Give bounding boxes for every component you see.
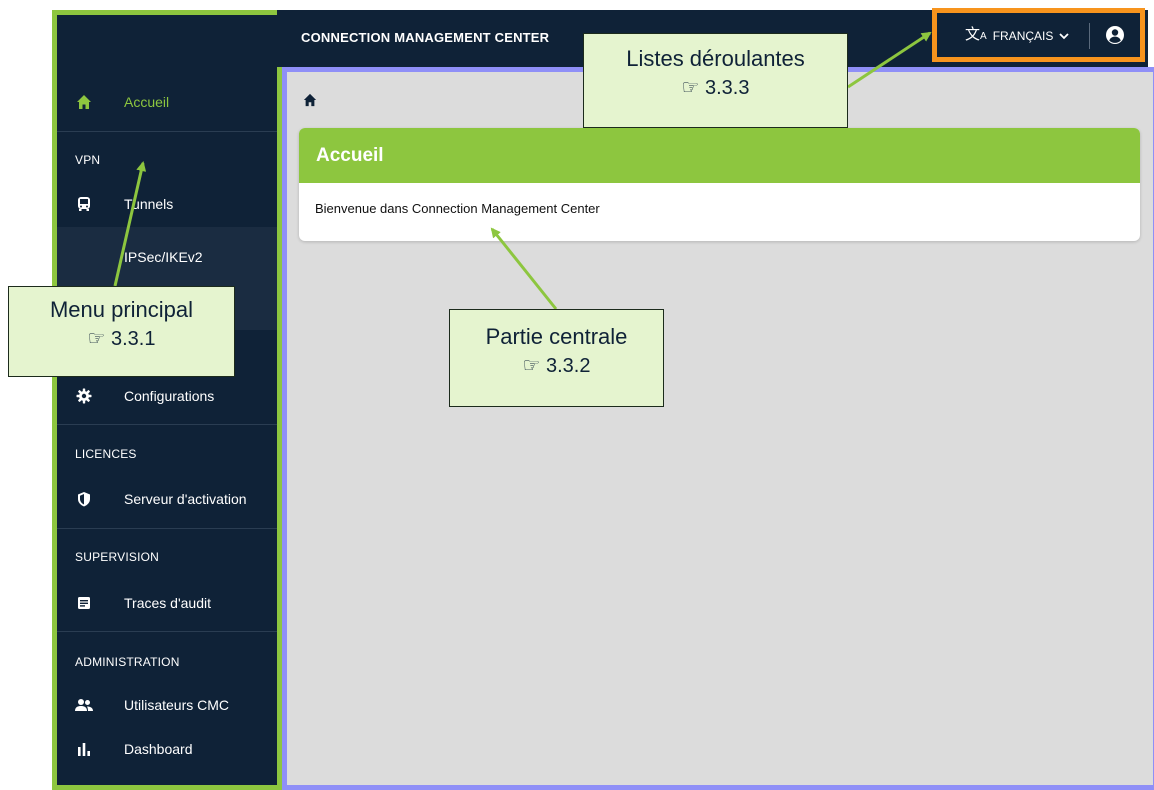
welcome-text: Bienvenue dans Connection Management Cen… bbox=[315, 201, 600, 216]
bus-icon bbox=[75, 195, 93, 213]
callout-ref: ☞ 3.3.1 bbox=[87, 328, 156, 350]
sidebar-subitem-ipsec[interactable]: IPSec/IKEv2 bbox=[57, 237, 277, 277]
chevron-down-icon bbox=[1059, 29, 1070, 43]
sidebar-item-label: Utilisateurs CMC bbox=[124, 697, 230, 713]
breadcrumb[interactable] bbox=[303, 93, 317, 112]
sidebar-item-label: Tunnels bbox=[124, 196, 174, 212]
divider bbox=[57, 424, 277, 425]
home-icon bbox=[75, 93, 93, 111]
sidebar-item-label: IPSec/IKEv2 bbox=[124, 249, 203, 265]
sidebar-item-activation[interactable]: Serveur d'activation bbox=[57, 479, 277, 519]
user-icon bbox=[1105, 26, 1125, 49]
callout-title: Partie centrale bbox=[485, 324, 628, 349]
section-licences: LICENCES bbox=[75, 447, 137, 461]
sidebar-item-label: Accueil bbox=[124, 94, 170, 110]
dropdowns-area: 文A FRANÇAIS bbox=[932, 8, 1145, 62]
sidebar-item-label: Traces d'audit bbox=[124, 595, 211, 611]
sidebar-item-label: Serveur d'activation bbox=[124, 491, 247, 507]
sidebar-item-tunnels[interactable]: Tunnels bbox=[57, 184, 277, 224]
sidebar-item-label: Configurations bbox=[124, 388, 215, 404]
callout-ref: ☞ 3.3.2 bbox=[522, 355, 591, 377]
sidebar-item-configurations[interactable]: Configurations bbox=[57, 376, 277, 416]
divider bbox=[1089, 23, 1090, 49]
sidebar-item-users[interactable]: Utilisateurs CMC bbox=[57, 685, 277, 725]
callout-title: Listes déroulantes bbox=[626, 46, 805, 71]
welcome-card: Accueil Bienvenue dans Connection Manage… bbox=[299, 128, 1140, 241]
app-title: CONNECTION MANAGEMENT CENTER bbox=[301, 30, 550, 45]
shield-icon bbox=[75, 490, 93, 508]
callout-title: Menu principal bbox=[49, 297, 194, 322]
users-icon bbox=[75, 696, 93, 714]
translate-icon: 文A bbox=[965, 26, 987, 43]
home-icon bbox=[303, 93, 317, 111]
section-administration: ADMINISTRATION bbox=[75, 655, 180, 669]
card-title: Accueil bbox=[299, 128, 1140, 183]
language-dropdown[interactable]: 文A FRANÇAIS bbox=[965, 26, 1070, 44]
main-menu: Accueil VPN Tunnels IPSec/IKEv2 Configur… bbox=[52, 10, 282, 790]
divider bbox=[57, 631, 277, 632]
gear-icon bbox=[75, 387, 93, 405]
callout-listes-deroulantes: Listes déroulantes ☞ 3.3.3 bbox=[583, 33, 848, 128]
divider bbox=[57, 528, 277, 529]
bar-chart-icon bbox=[75, 740, 93, 758]
callout-ref: ☞ 3.3.3 bbox=[681, 77, 750, 99]
language-label: FRANÇAIS bbox=[992, 28, 1054, 43]
user-menu-button[interactable] bbox=[1105, 25, 1125, 50]
divider bbox=[57, 131, 277, 132]
central-area: Accueil Bienvenue dans Connection Manage… bbox=[282, 67, 1154, 790]
section-supervision: SUPERVISION bbox=[75, 550, 160, 564]
document-icon bbox=[75, 594, 93, 612]
section-vpn: VPN bbox=[75, 153, 101, 167]
sidebar-item-accueil[interactable]: Accueil bbox=[57, 82, 277, 122]
callout-menu-principal: Menu principal ☞ 3.3.1 bbox=[8, 286, 235, 377]
sidebar-item-dashboard[interactable]: Dashboard bbox=[57, 729, 277, 769]
sidebar-item-label: Dashboard bbox=[124, 741, 193, 757]
callout-partie-centrale: Partie centrale ☞ 3.3.2 bbox=[449, 309, 664, 407]
sidebar-item-audit[interactable]: Traces d'audit bbox=[57, 583, 277, 623]
